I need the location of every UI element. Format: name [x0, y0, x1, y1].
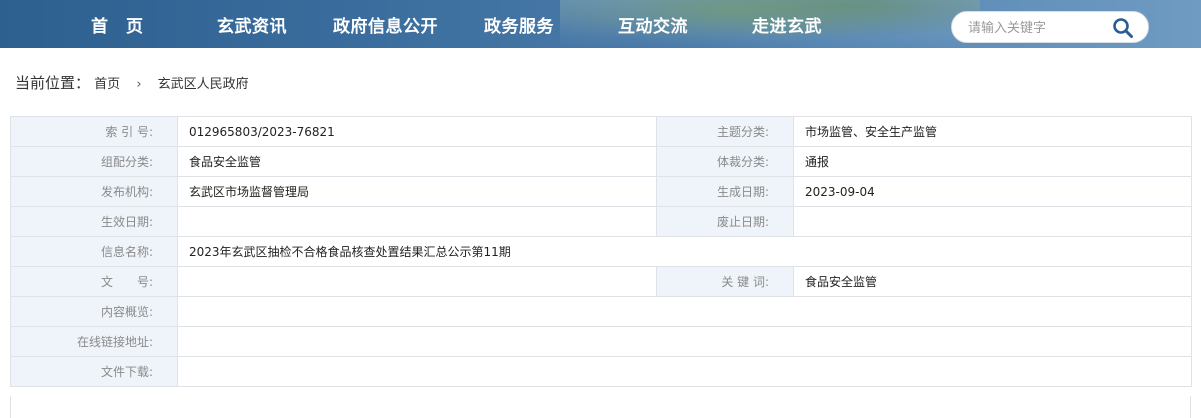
index-no-label: 索 引 号: — [10, 116, 178, 147]
search-box — [951, 11, 1149, 44]
abolish-date-value — [793, 206, 1192, 237]
effective-date-value — [177, 206, 657, 237]
search-input[interactable] — [966, 12, 1110, 44]
effective-date-label: 生效日期: — [10, 206, 178, 237]
online-link-label: 在线链接地址: — [10, 326, 178, 357]
table-row: 文 号: 关 键 词: 食品安全监管 — [10, 266, 1192, 297]
nav-item-home[interactable]: 首 页 — [91, 0, 144, 48]
breadcrumb: 当前位置： 首页 › 玄武区人民政府 — [15, 72, 249, 93]
keywords-value: 食品安全监管 — [793, 266, 1192, 297]
created-date-value: 2023-09-04 — [793, 176, 1192, 207]
publisher-value: 玄武区市场监督管理局 — [177, 176, 657, 207]
summary-value — [177, 296, 1192, 327]
nav-item-about-xuanwu[interactable]: 走进玄武 — [752, 0, 822, 48]
genre-label: 体裁分类: — [656, 146, 794, 177]
document-number-value — [177, 266, 657, 297]
summary-label: 内容概览: — [10, 296, 178, 327]
breadcrumb-separator: › — [136, 77, 142, 92]
info-name-value: 2023年玄武区抽检不合格食品核查处置结果汇总公示第11期 — [177, 236, 1192, 267]
table-row: 生效日期: 废止日期: — [10, 206, 1192, 237]
topic-label: 主题分类: — [656, 116, 794, 147]
breadcrumb-home[interactable]: 首页 — [94, 77, 120, 92]
genre-value: 通报 — [793, 146, 1192, 177]
table-row: 信息名称: 2023年玄武区抽检不合格食品核查处置结果汇总公示第11期 — [10, 236, 1192, 267]
table-row: 文件下载: — [10, 356, 1192, 387]
keywords-label: 关 键 词: — [656, 266, 794, 297]
index-no-value: 012965803/2023-76821 — [177, 116, 657, 147]
abolish-date-label: 废止日期: — [656, 206, 794, 237]
nav-item-xuanwu-news[interactable]: 玄武资讯 — [217, 0, 287, 48]
breadcrumb-district-government[interactable]: 玄武区人民政府 — [158, 77, 249, 92]
table-row: 索 引 号: 012965803/2023-76821 主题分类: 市场监管、安… — [10, 116, 1192, 147]
config-value: 食品安全监管 — [177, 146, 657, 177]
file-download-value[interactable] — [177, 356, 1192, 387]
table-row: 发布机构: 玄武区市场监督管理局 生成日期: 2023-09-04 — [10, 176, 1192, 207]
nav-item-gov-info-disclosure[interactable]: 政府信息公开 — [333, 0, 438, 48]
table-row: 组配分类: 食品安全监管 体裁分类: 通报 — [10, 146, 1192, 177]
file-download-label: 文件下载: — [10, 356, 178, 387]
created-date-label: 生成日期: — [656, 176, 794, 207]
topic-value: 市场监管、安全生产监管 — [793, 116, 1192, 147]
online-link-value[interactable] — [177, 326, 1192, 357]
table-row: 在线链接地址: — [10, 326, 1192, 357]
info-metadata-table: 索 引 号: 012965803/2023-76821 主题分类: 市场监管、安… — [10, 116, 1192, 387]
nav-item-interaction[interactable]: 互动交流 — [618, 0, 688, 48]
document-number-label: 文 号: — [10, 266, 178, 297]
search-icon[interactable] — [1112, 17, 1134, 39]
config-label: 组配分类: — [10, 146, 178, 177]
top-navigation-bar: 首 页 玄武资讯 政府信息公开 政务服务 互动交流 走进玄武 — [0, 0, 1201, 48]
nav-item-gov-services[interactable]: 政务服务 — [484, 0, 554, 48]
table-row: 内容概览: — [10, 296, 1192, 327]
publisher-label: 发布机构: — [10, 176, 178, 207]
content-area-edge — [10, 396, 1191, 418]
info-name-label: 信息名称: — [10, 236, 178, 267]
breadcrumb-lead: 当前位置： — [15, 74, 91, 92]
